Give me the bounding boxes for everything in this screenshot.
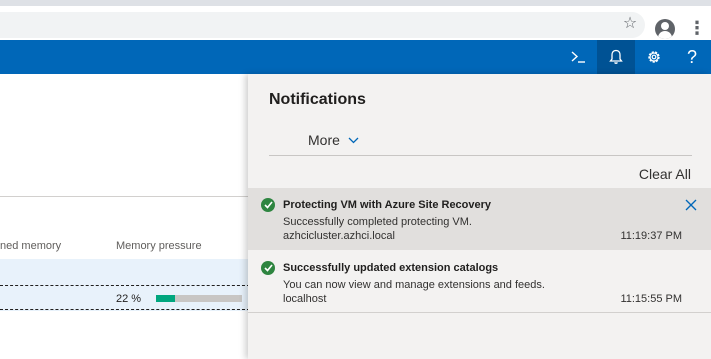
row-focus-outline-bottom — [0, 309, 250, 310]
help-icon: ? — [686, 46, 697, 67]
notification-message: You can now view and manage extensions a… — [283, 279, 545, 291]
bookmark-star-icon[interactable]: ☆ — [620, 14, 640, 34]
memory-pressure-bar-fill — [156, 295, 175, 302]
address-bar[interactable] — [0, 12, 645, 38]
clear-all-button[interactable]: Clear All — [639, 166, 691, 182]
row-focus-outline-top — [0, 285, 250, 286]
dismiss-button[interactable] — [684, 198, 698, 212]
browser-toolbar: ☆ ⋮ — [0, 6, 711, 41]
notification-item[interactable]: Protecting VM with Azure Site Recovery S… — [248, 188, 711, 250]
column-header-memory[interactable]: ned memory — [0, 240, 61, 252]
notifications-panel: Notifications More Clear All Protecting … — [248, 74, 711, 359]
notification-source: localhost — [283, 293, 327, 305]
gear-icon — [648, 51, 660, 63]
chevron-down-icon — [348, 137, 359, 143]
notifications-button[interactable] — [597, 40, 635, 74]
column-header-memory-pressure[interactable]: Memory pressure — [116, 240, 202, 252]
memory-pressure-value: 22 % — [116, 293, 142, 305]
success-check-icon — [261, 261, 275, 275]
profile-icon[interactable] — [655, 19, 675, 39]
help-button[interactable]: ? — [673, 40, 711, 74]
divider — [269, 155, 692, 156]
notification-item[interactable]: Successfully updated extension catalogs … — [248, 251, 711, 313]
success-check-icon — [261, 198, 275, 212]
notification-divider — [248, 312, 711, 313]
more-dropdown[interactable]: More — [308, 132, 359, 148]
panel-title: Notifications — [269, 91, 366, 108]
more-label: More — [308, 132, 340, 148]
notification-title: Protecting VM with Azure Site Recovery — [283, 199, 492, 211]
notification-time: 11:19:37 PM — [620, 230, 682, 242]
menu-icon[interactable]: ⋮ — [688, 18, 706, 38]
section-divider — [0, 196, 250, 197]
close-icon — [685, 199, 697, 211]
notification-source: azhcicluster.azhci.local — [283, 230, 395, 242]
notification-title: Successfully updated extension catalogs — [283, 262, 499, 274]
settings-button[interactable] — [635, 40, 673, 74]
terminal-icon — [571, 51, 585, 63]
app-header: ? — [0, 40, 711, 74]
memory-pressure-bar — [156, 295, 242, 302]
terminal-button[interactable] — [559, 40, 597, 74]
notification-message: Successfully completed protecting VM. — [283, 216, 472, 228]
notification-time: 11:15:55 PM — [620, 293, 682, 305]
bell-icon — [609, 49, 623, 64]
